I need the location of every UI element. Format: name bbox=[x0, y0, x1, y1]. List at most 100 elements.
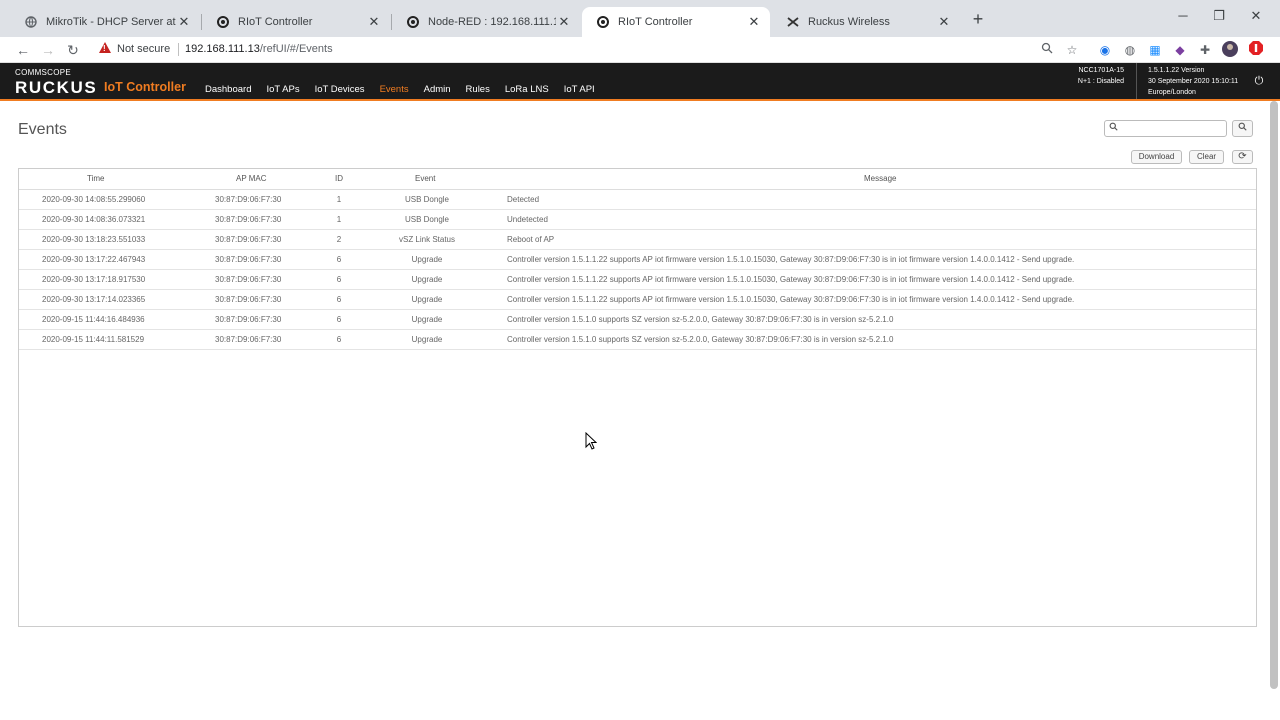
cell-ap-mac: 30:87:D9:06:F7:30 bbox=[215, 275, 282, 284]
table-row[interactable]: 2020-09-30 14:08:55.299060 30:87:D9:06:F… bbox=[19, 190, 1256, 210]
table-header: Time AP MAC ID Event Message bbox=[19, 169, 1256, 190]
events-table: Time AP MAC ID Event Message 2020-09-30 … bbox=[18, 168, 1257, 627]
download-button[interactable]: Download bbox=[1131, 150, 1182, 164]
cell-message: Controller version 1.5.1.1.22 supports A… bbox=[507, 275, 1075, 284]
column-header-id[interactable]: ID bbox=[335, 174, 343, 183]
search-icon bbox=[1238, 122, 1247, 133]
cell-id: 6 bbox=[336, 315, 342, 324]
cell-id: 1 bbox=[336, 215, 342, 224]
column-header-ap-mac[interactable]: AP MAC bbox=[236, 174, 267, 183]
page-scrollbar[interactable] bbox=[1270, 101, 1278, 689]
back-icon[interactable]: ← bbox=[13, 40, 33, 60]
new-tab-icon[interactable]: + bbox=[968, 9, 988, 29]
extension-icon[interactable]: ◍ bbox=[1121, 41, 1139, 59]
forward-icon[interactable]: → bbox=[38, 40, 58, 60]
warning-icon[interactable] bbox=[99, 42, 111, 53]
cell-event: Upgrade bbox=[411, 255, 443, 264]
cell-time: 2020-09-30 13:18:23.551033 bbox=[42, 235, 146, 244]
extension-icon[interactable]: ◆ bbox=[1171, 41, 1189, 59]
cell-message: Detected bbox=[507, 195, 540, 204]
cell-time: 2020-09-15 11:44:16.484936 bbox=[42, 315, 145, 324]
address-bar[interactable]: 192.168.111.13/refUI/#/Events bbox=[185, 43, 333, 55]
close-window-icon[interactable]: ✕ bbox=[1246, 8, 1266, 24]
system-info: 1.5.1.1.22 Version 30 September 2020 15:… bbox=[1148, 65, 1238, 98]
search-icon bbox=[1109, 122, 1118, 133]
tab-title: Node-RED : 192.168.111.162 bbox=[428, 16, 556, 28]
power-icon[interactable]: ⏻ bbox=[1253, 75, 1265, 87]
device-id: NCC1701A-15 bbox=[1078, 67, 1124, 74]
clear-button[interactable]: Clear bbox=[1189, 150, 1224, 164]
tab-close-icon[interactable]: ✕ bbox=[936, 14, 952, 30]
cell-message: Undetected bbox=[507, 215, 548, 224]
nav-lora-lns[interactable]: LoRa LNS bbox=[505, 84, 549, 95]
minimize-icon[interactable]: ─ bbox=[1173, 8, 1193, 23]
cell-event: Upgrade bbox=[411, 275, 443, 284]
nav-iot-aps[interactable]: IoT APs bbox=[266, 84, 299, 95]
table-row[interactable]: 2020-09-30 13:18:23.551033 30:87:D9:06:F… bbox=[19, 230, 1256, 250]
browser-tab-mikrotik[interactable]: MikroTik - DHCP Server at admin ✕ bbox=[10, 7, 200, 37]
nav-dashboard[interactable]: Dashboard bbox=[205, 84, 251, 95]
search-button[interactable] bbox=[1232, 120, 1253, 137]
url-host: 192.168.111.13 bbox=[185, 43, 260, 55]
cell-time: 2020-09-30 13:17:18.917530 bbox=[42, 275, 146, 284]
cell-event: Upgrade bbox=[411, 315, 443, 324]
browser-tab-riot-active[interactable]: RIoT Controller ✕ bbox=[582, 7, 770, 37]
table-row[interactable]: 2020-09-15 11:44:16.484936 30:87:D9:06:F… bbox=[19, 310, 1256, 330]
table-row[interactable]: 2020-09-30 13:17:18.917530 30:87:D9:06:F… bbox=[19, 270, 1256, 290]
cell-id: 1 bbox=[336, 195, 342, 204]
refresh-button[interactable]: ⟳ bbox=[1232, 150, 1253, 164]
cell-time: 2020-09-30 14:08:55.299060 bbox=[42, 195, 146, 204]
browser-tab-node-red[interactable]: Node-RED : 192.168.111.162 ✕ bbox=[392, 7, 580, 37]
extension-icon[interactable]: ◉ bbox=[1096, 41, 1114, 59]
tab-close-icon[interactable]: ✕ bbox=[556, 14, 572, 30]
cell-ap-mac: 30:87:D9:06:F7:30 bbox=[215, 255, 282, 264]
search-input[interactable] bbox=[1121, 122, 1221, 135]
search-field[interactable] bbox=[1104, 120, 1227, 137]
table-row[interactable]: 2020-09-30 14:08:36.073321 30:87:D9:06:F… bbox=[19, 210, 1256, 230]
riot-icon bbox=[216, 15, 230, 29]
table-row[interactable]: 2020-09-15 11:44:11.581529 30:87:D9:06:F… bbox=[19, 330, 1256, 350]
tab-close-icon[interactable]: ✕ bbox=[176, 14, 192, 30]
cell-time: 2020-09-15 11:44:11.581529 bbox=[42, 335, 145, 344]
ruckus-icon bbox=[786, 15, 800, 29]
column-header-message[interactable]: Message bbox=[864, 174, 896, 183]
cell-message: Reboot of AP bbox=[507, 235, 555, 244]
cell-time: 2020-09-30 13:17:22.467943 bbox=[42, 255, 146, 264]
cell-time: 2020-09-30 13:17:14.023365 bbox=[42, 295, 146, 304]
browser-tab-ruckus[interactable]: Ruckus Wireless ✕ bbox=[772, 7, 960, 37]
cell-id: 6 bbox=[336, 275, 342, 284]
cell-ap-mac: 30:87:D9:06:F7:30 bbox=[215, 235, 282, 244]
cell-event: vSZ Link Status bbox=[398, 235, 456, 244]
column-header-event[interactable]: Event bbox=[415, 174, 435, 183]
reload-icon[interactable]: ↻ bbox=[63, 40, 83, 60]
windows-extension-icon[interactable]: ▦ bbox=[1146, 41, 1164, 59]
cell-event: USB Dongle bbox=[404, 195, 450, 204]
page-title: Events bbox=[18, 121, 67, 138]
browser-tab-riot-1[interactable]: RIoT Controller ✕ bbox=[202, 7, 390, 37]
nav-iot-devices[interactable]: IoT Devices bbox=[315, 84, 365, 95]
restore-icon[interactable]: ❐ bbox=[1209, 8, 1229, 24]
not-secure-label[interactable]: Not secure bbox=[117, 43, 170, 55]
tab-close-icon[interactable]: ✕ bbox=[366, 14, 382, 30]
nav-admin[interactable]: Admin bbox=[424, 84, 451, 95]
extensions-puzzle-icon[interactable]: ✚ bbox=[1196, 41, 1214, 59]
profile-avatar[interactable] bbox=[1221, 41, 1239, 59]
tab-close-icon[interactable]: ✕ bbox=[746, 14, 762, 30]
cell-id: 6 bbox=[336, 335, 342, 344]
column-header-time[interactable]: Time bbox=[87, 174, 104, 183]
cell-event: USB Dongle bbox=[404, 215, 450, 224]
zoom-icon[interactable] bbox=[1038, 41, 1056, 59]
header-divider bbox=[1136, 63, 1137, 99]
adblock-icon[interactable] bbox=[1247, 41, 1265, 59]
nav-iot-api[interactable]: IoT API bbox=[564, 84, 595, 95]
ruckus-logo[interactable]: RUCKUS bbox=[15, 78, 97, 98]
table-row[interactable]: 2020-09-30 13:17:14.023365 30:87:D9:06:F… bbox=[19, 290, 1256, 310]
cell-message: Controller version 1.5.1.0 supports SZ v… bbox=[507, 335, 894, 344]
cell-id: 6 bbox=[336, 295, 342, 304]
nav-events[interactable]: Events bbox=[380, 84, 409, 95]
bookmark-star-icon[interactable]: ☆ bbox=[1063, 41, 1081, 59]
nav-rules[interactable]: Rules bbox=[466, 84, 490, 95]
version-label: 1.5.1.1.22 Version bbox=[1148, 67, 1205, 74]
cell-event: Upgrade bbox=[411, 335, 443, 344]
table-row[interactable]: 2020-09-30 13:17:22.467943 30:87:D9:06:F… bbox=[19, 250, 1256, 270]
